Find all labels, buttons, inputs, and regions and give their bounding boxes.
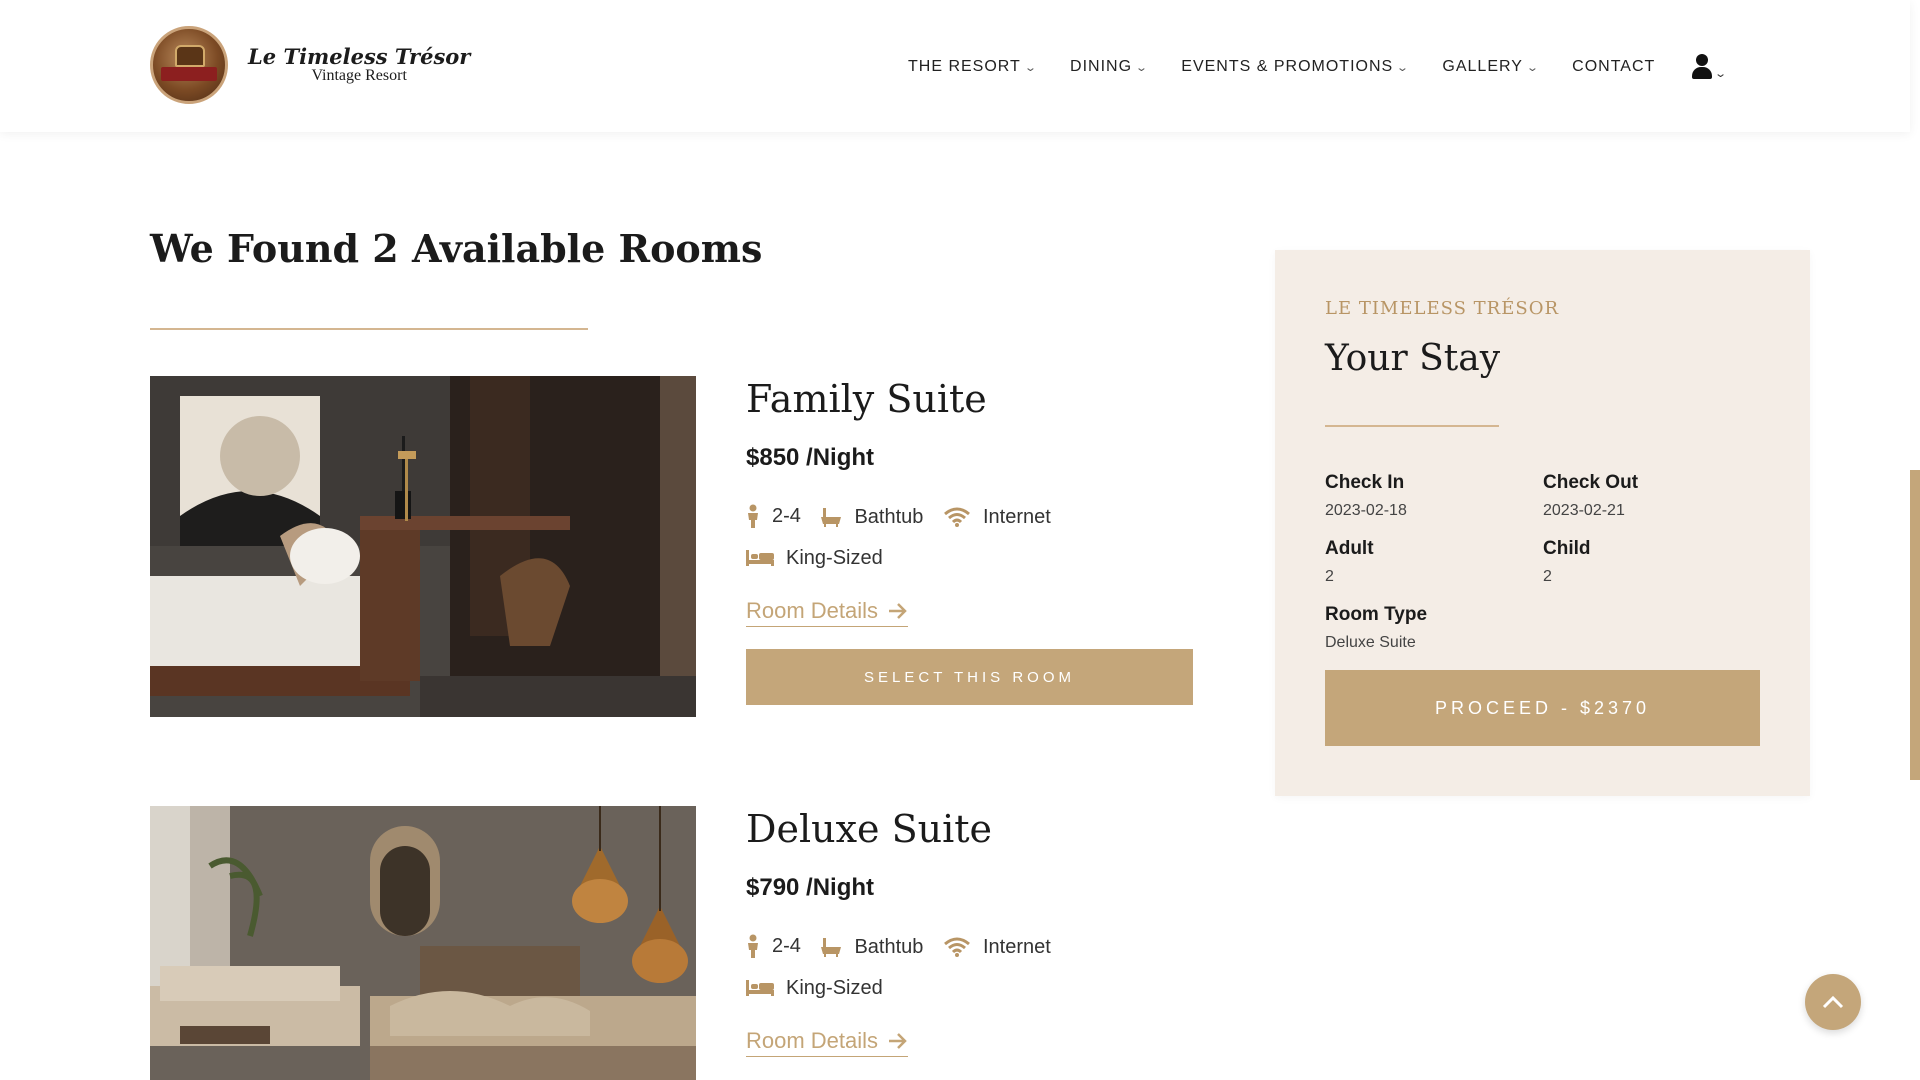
- site-header: Le Timeless Trésor Vintage Resort THE RE…: [0, 0, 1910, 132]
- amenity-internet: Internet: [943, 929, 1051, 965]
- nav-label: THE RESORT: [908, 58, 1021, 75]
- room-details-label: Room Details: [746, 598, 879, 623]
- amenity-internet: Internet: [943, 499, 1051, 535]
- room-info: Family Suite $850 /Night 2-4 Bathtub Int…: [746, 376, 1196, 705]
- amenity-bed: King-Sized: [746, 970, 883, 1006]
- child-label: Child: [1543, 538, 1591, 559]
- nav-label: EVENTS & PROMOTIONS: [1181, 58, 1394, 75]
- bed-icon: [746, 550, 774, 566]
- check-in-label: Check In: [1325, 472, 1405, 493]
- room-details-link[interactable]: Room Details: [746, 1028, 909, 1057]
- amenity-bath-label: Bathtub: [854, 506, 924, 528]
- adult-label: Adult: [1325, 538, 1374, 559]
- chevron-down-icon: ⌄: [1714, 67, 1728, 80]
- nav-item-dining[interactable]: DINING ⌄: [1070, 58, 1150, 76]
- amenity-bed: King-Sized: [746, 540, 883, 576]
- brand-logo[interactable]: Le Timeless Trésor Vintage Resort: [150, 26, 470, 104]
- amenity-bed-label: King-Sized: [786, 547, 883, 569]
- stay-brand: LE TIMELESS TRÉSOR: [1325, 298, 1559, 319]
- scrollbar-thumb[interactable]: [1910, 470, 1920, 780]
- chevron-down-icon: ⌄: [1396, 61, 1411, 74]
- check-out-label: Check Out: [1543, 472, 1639, 493]
- room-name: Family Suite: [746, 377, 987, 421]
- brand-text: Le Timeless Trésor Vintage Resort: [248, 46, 470, 84]
- room-photo[interactable]: [150, 376, 696, 717]
- person-icon: [748, 504, 758, 528]
- arrow-right-icon: [889, 1033, 907, 1049]
- amenity-guests: 2-4: [746, 498, 801, 534]
- amenity-bath-label: Bathtub: [854, 936, 924, 958]
- user-menu-button[interactable]: ⌄: [1691, 54, 1728, 80]
- amenity-bed-label: King-Sized: [786, 977, 883, 999]
- logo-emblem-icon: [150, 26, 228, 104]
- amenity-internet-label: Internet: [982, 506, 1051, 528]
- room-amenities: 2-4 Bathtub Internet King-Sized: [746, 498, 1196, 580]
- your-stay-panel: LE TIMELESS TRÉSOR Your Stay Check In 20…: [1275, 250, 1810, 796]
- adult-field: Adult 2: [1325, 538, 1374, 586]
- user-icon: [1691, 54, 1713, 80]
- amenity-bath: Bathtub: [820, 929, 923, 965]
- room-type-field: Room Type Deluxe Suite: [1325, 604, 1427, 652]
- room-details-link[interactable]: Room Details: [746, 598, 909, 627]
- brand-name: Le Timeless Trésor: [248, 44, 471, 69]
- bed-icon: [746, 980, 774, 996]
- stay-title: Your Stay: [1325, 338, 1501, 379]
- room-details-label: Room Details: [746, 1028, 879, 1053]
- child-value: 2: [1543, 568, 1552, 585]
- check-out-field: Check Out 2023-02-21: [1543, 472, 1638, 520]
- scroll-to-top-button[interactable]: [1805, 974, 1861, 1030]
- room-type-value: Deluxe Suite: [1325, 634, 1416, 651]
- nav-label: GALLERY: [1442, 58, 1523, 75]
- room-amenities: 2-4 Bathtub Internet King-Sized: [746, 928, 1196, 1010]
- arrow-right-icon: [889, 603, 907, 619]
- amenity-bath: Bathtub: [820, 499, 923, 535]
- amenity-guests: 2-4: [746, 928, 801, 964]
- amenity-guests-label: 2-4: [772, 935, 801, 957]
- child-field: Child 2: [1543, 538, 1591, 586]
- room-name: Deluxe Suite: [746, 807, 992, 851]
- wifi-icon: [944, 937, 970, 957]
- nav-item-events-promotions[interactable]: EVENTS & PROMOTIONS ⌄: [1181, 58, 1411, 76]
- nav-label: DINING: [1070, 58, 1133, 75]
- room-type-label: Room Type: [1325, 604, 1428, 625]
- brand-tagline: Vintage Resort: [311, 67, 407, 84]
- room-info: Deluxe Suite $790 /Night 2-4 Bathtub Int…: [746, 806, 1196, 1057]
- wifi-icon: [944, 507, 970, 527]
- chevron-down-icon: ⌄: [1023, 61, 1039, 74]
- chevron-down-icon: ⌄: [1135, 61, 1150, 74]
- room-price: $790 /Night: [746, 874, 875, 901]
- amenity-guests-label: 2-4: [772, 505, 801, 527]
- adult-value: 2: [1325, 568, 1334, 585]
- proceed-button[interactable]: PROCEED - $2370: [1325, 670, 1760, 746]
- bathtub-icon: [821, 508, 842, 527]
- bathtub-icon: [821, 938, 842, 957]
- nav-label: CONTACT: [1572, 58, 1656, 75]
- person-icon: [748, 934, 758, 958]
- chevron-down-icon: ⌄: [1525, 61, 1541, 74]
- amenity-internet-label: Internet: [982, 936, 1051, 958]
- scrollbar-track[interactable]: [1910, 0, 1920, 1080]
- results-title: We Found 2 Available Rooms: [150, 226, 763, 271]
- check-in-field: Check In 2023-02-18: [1325, 472, 1407, 520]
- check-in-value: 2023-02-18: [1325, 502, 1407, 519]
- title-divider: [150, 328, 588, 330]
- check-out-value: 2023-02-21: [1543, 502, 1625, 519]
- chevron-up-icon: [1822, 995, 1844, 1009]
- room-price: $850 /Night: [746, 444, 875, 471]
- select-room-button[interactable]: SELECT THIS ROOM: [746, 649, 1193, 705]
- nav-item-gallery[interactable]: GALLERY ⌄: [1442, 58, 1538, 76]
- stay-divider: [1325, 425, 1499, 427]
- nav-item-the-resort[interactable]: THE RESORT ⌄: [908, 58, 1039, 76]
- room-photo[interactable]: [150, 806, 696, 1080]
- nav-item-contact[interactable]: CONTACT: [1572, 58, 1655, 76]
- main-nav: THE RESORT ⌄ DINING ⌄ EVENTS & PROMOTION…: [908, 54, 1728, 80]
